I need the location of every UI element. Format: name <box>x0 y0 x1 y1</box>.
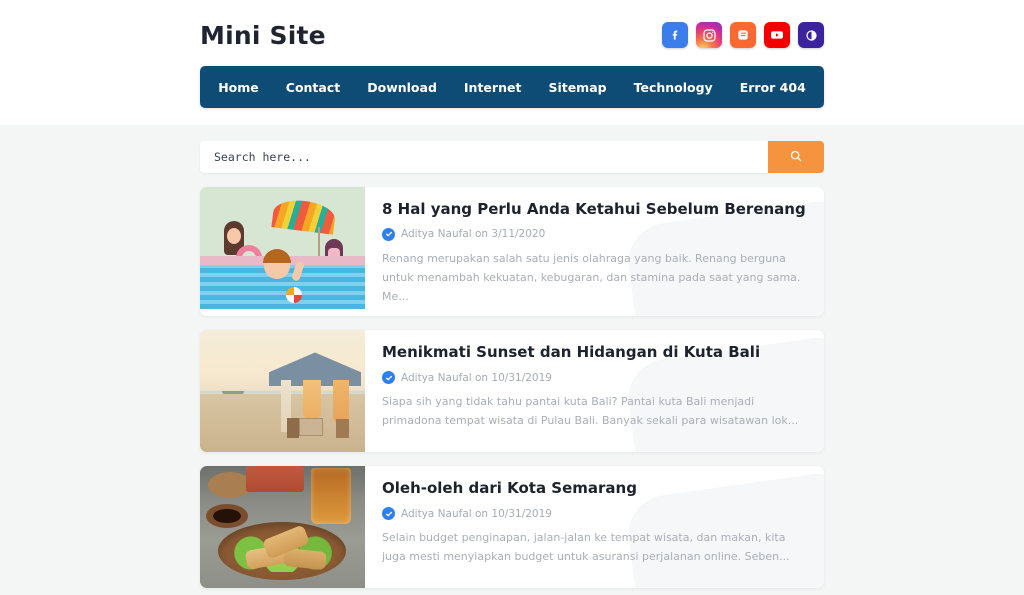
post-snippet: Renang merupakan salah satu jenis olahra… <box>382 251 801 303</box>
dark-mode-icon <box>804 28 819 43</box>
search-icon <box>789 149 803 166</box>
search-form <box>200 141 824 173</box>
post-body: 8 Hal yang Perlu Anda Ketahui Sebelum Be… <box>365 187 824 316</box>
post-meta: Aditya Naufal on 10/31/2019 <box>382 371 806 385</box>
nav-item-error-404[interactable]: Error 404 <box>740 80 806 95</box>
search-input[interactable] <box>200 141 768 173</box>
swimming-illustration <box>200 187 365 309</box>
search-button[interactable] <box>768 141 824 173</box>
nav-item-internet[interactable]: Internet <box>464 80 522 95</box>
social-link-instagram[interactable] <box>696 22 722 48</box>
social-link-dark-mode[interactable] <box>798 22 824 48</box>
food-photo <box>200 466 365 589</box>
verified-badge-icon <box>382 227 395 241</box>
site-header: Mini Site Home Contact Download Internet… <box>0 0 1024 125</box>
post-thumbnail[interactable] <box>200 466 365 589</box>
nav-item-technology[interactable]: Technology <box>634 80 713 95</box>
post-meta-text: Aditya Naufal on 10/31/2019 <box>401 507 552 520</box>
post-card[interactable]: Oleh-oleh dari Kota Semarang Aditya Nauf… <box>200 466 824 589</box>
post-body: Oleh-oleh dari Kota Semarang Aditya Nauf… <box>365 466 824 588</box>
post-title[interactable]: Oleh-oleh dari Kota Semarang <box>382 479 806 498</box>
social-link-blogger[interactable] <box>730 22 756 48</box>
instagram-icon <box>702 28 717 43</box>
youtube-icon <box>769 27 785 43</box>
main-navigation: Home Contact Download Internet Sitemap T… <box>200 66 824 108</box>
post-body: Menikmati Sunset dan Hidangan di Kuta Ba… <box>365 330 824 452</box>
beach-sunset-photo <box>200 330 365 453</box>
post-thumbnail[interactable] <box>200 187 365 309</box>
post-title[interactable]: Menikmati Sunset dan Hidangan di Kuta Ba… <box>382 343 806 362</box>
nav-item-sitemap[interactable]: Sitemap <box>548 80 606 95</box>
page-root: Mini Site Home Contact Download Internet… <box>0 0 1024 595</box>
post-meta: Aditya Naufal on 10/31/2019 <box>382 507 806 521</box>
verified-badge-icon <box>382 371 395 385</box>
facebook-icon <box>668 28 682 42</box>
nav-item-home[interactable]: Home <box>218 80 259 95</box>
social-link-youtube[interactable] <box>764 22 790 48</box>
post-snippet: Siapa sih yang tidak tahu pantai kuta Ba… <box>382 395 799 428</box>
post-card[interactable]: 8 Hal yang Perlu Anda Ketahui Sebelum Be… <box>200 187 824 317</box>
blogger-icon <box>736 28 750 42</box>
nav-item-download[interactable]: Download <box>367 80 437 95</box>
post-thumbnail[interactable] <box>200 330 365 453</box>
site-title: Mini Site <box>200 20 326 50</box>
verified-badge-icon <box>382 507 395 521</box>
post-meta: Aditya Naufal on 3/11/2020 <box>382 227 806 241</box>
content-wrapper: 8 Hal yang Perlu Anda Ketahui Sebelum Be… <box>200 141 824 595</box>
post-snippet: Selain budget penginapan, jalan-jalan ke… <box>382 531 790 564</box>
main-content: 8 Hal yang Perlu Anda Ketahui Sebelum Be… <box>0 125 1024 595</box>
post-title[interactable]: 8 Hal yang Perlu Anda Ketahui Sebelum Be… <box>382 200 806 219</box>
header-inner: Mini Site <box>200 0 824 58</box>
social-links <box>662 22 824 48</box>
post-card[interactable]: Menikmati Sunset dan Hidangan di Kuta Ba… <box>200 330 824 453</box>
nav-item-contact[interactable]: Contact <box>286 80 340 95</box>
social-link-facebook[interactable] <box>662 22 688 48</box>
post-meta-text: Aditya Naufal on 10/31/2019 <box>401 371 552 384</box>
post-meta-text: Aditya Naufal on 3/11/2020 <box>401 228 546 241</box>
